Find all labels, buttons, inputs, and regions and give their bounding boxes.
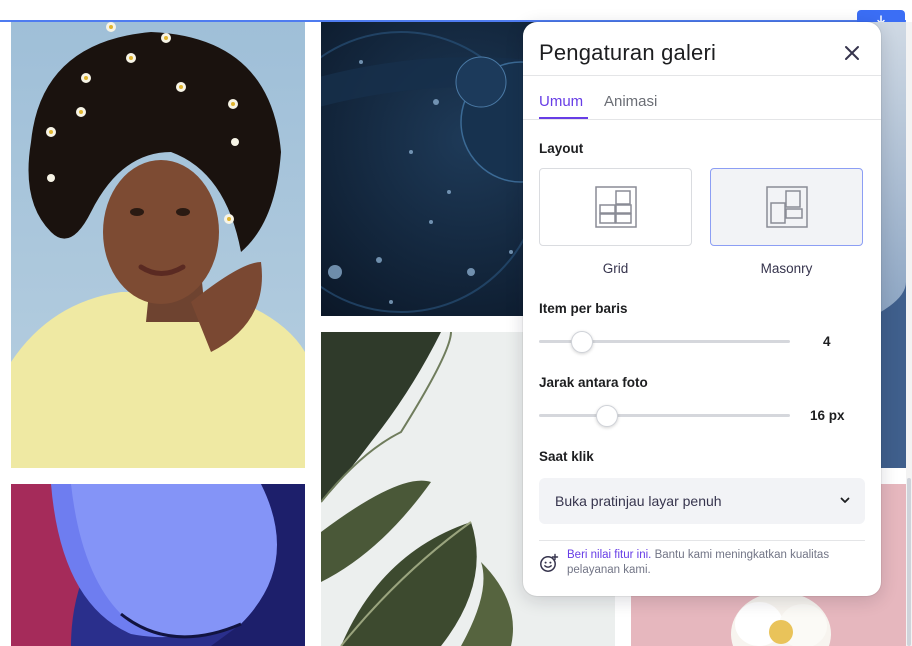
photo-spacing-value: 16 px — [810, 408, 845, 423]
rate-feature-link[interactable]: Beri nilai fitur ini. — [567, 549, 651, 561]
woman-with-flowers-photo[interactable] — [11, 22, 305, 468]
photo-spacing-track[interactable] — [539, 414, 790, 417]
layout-grid-label: Grid — [602, 261, 629, 276]
tab-umum[interactable]: Umum — [539, 93, 583, 110]
tab-animasi[interactable]: Animasi — [604, 93, 657, 110]
layout-label: Layout — [539, 141, 584, 156]
on-click-select[interactable]: Buka pratinjau layar penuh — [539, 478, 865, 524]
on-click-selected-value: Buka pratinjau layar penuh — [555, 493, 722, 509]
gallery-settings-panel: Pengaturan galeri Umum Animasi Layout Gr… — [523, 22, 881, 596]
close-icon — [845, 46, 859, 60]
photo-spacing-slider-thumb[interactable] — [595, 405, 618, 427]
items-per-row-value: 4 — [823, 334, 831, 349]
tabs-divider — [523, 119, 881, 120]
panel-title: Pengaturan galeri — [539, 40, 717, 65]
feedback-divider — [539, 540, 865, 541]
photo-spacing-label: Jarak antara foto — [539, 375, 648, 390]
smiley-plus-icon — [540, 553, 559, 572]
items-per-row-slider-thumb[interactable] — [570, 331, 593, 353]
layout-masonry-label: Masonry — [760, 261, 813, 276]
on-click-label: Saat klik — [539, 449, 594, 464]
grid-layout-icon — [594, 186, 637, 228]
divider — [523, 75, 881, 76]
layout-option-masonry[interactable] — [710, 168, 863, 246]
items-per-row-label: Item per baris — [539, 301, 628, 316]
chevron-down-icon — [840, 497, 850, 503]
scrollbar-thumb[interactable] — [907, 478, 911, 646]
layout-option-grid[interactable] — [539, 168, 692, 246]
feedback-text: Beri nilai fitur ini. Bantu kami meningk… — [567, 548, 863, 578]
masonry-layout-icon — [765, 186, 808, 228]
close-button[interactable] — [839, 40, 865, 66]
blue-abstract-photo[interactable] — [11, 484, 305, 646]
